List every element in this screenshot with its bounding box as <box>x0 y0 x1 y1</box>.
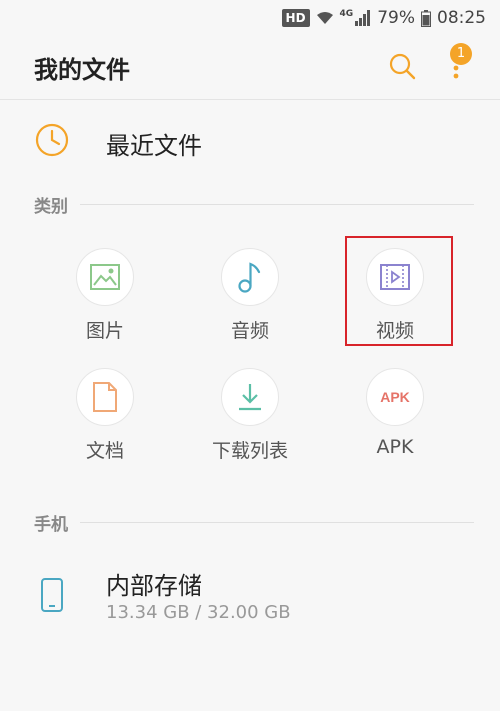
download-icon <box>239 384 261 411</box>
status-bar: HD 4G 79% 08:25 <box>0 0 500 36</box>
categories-header: 类别 <box>34 194 474 217</box>
document-icon <box>93 382 117 412</box>
highlight-frame <box>345 236 453 346</box>
battery-icon <box>421 9 431 27</box>
category-icon-circle <box>221 248 279 306</box>
category-images[interactable]: 图片 <box>45 248 165 358</box>
category-icon-circle <box>76 368 134 426</box>
app-bar: 我的文件 1 <box>0 36 500 100</box>
recent-files-label: 最近文件 <box>106 132 202 160</box>
divider <box>80 203 474 205</box>
category-icon-circle <box>221 368 279 426</box>
divider <box>80 521 474 523</box>
notification-badge: 1 <box>450 43 472 65</box>
phone-icon <box>40 578 64 616</box>
category-label: 文档 <box>85 440 124 462</box>
recent-files-item[interactable]: 最近文件 <box>0 110 500 174</box>
phone-header: 手机 <box>34 512 474 535</box>
storage-size: 13.34 GB / 32.00 GB <box>106 602 291 623</box>
signal-icon <box>355 10 371 26</box>
clock-icon <box>34 122 70 162</box>
category-label: 下载列表 <box>211 440 288 462</box>
music-note-icon <box>238 262 261 293</box>
category-apk[interactable]: APK APK <box>335 368 455 478</box>
network-type: 4G <box>339 9 354 19</box>
search-icon <box>389 53 416 80</box>
apk-icon: APK <box>380 389 410 405</box>
category-icon-circle: APK <box>366 368 424 426</box>
wifi-icon <box>316 10 334 26</box>
category-documents[interactable]: 文档 <box>45 368 165 478</box>
page-title: 我的文件 <box>34 56 130 84</box>
category-label: 图片 <box>85 320 124 342</box>
phone-label: 手机 <box>34 514 68 535</box>
image-icon <box>90 264 120 290</box>
clock: 08:25 <box>437 8 486 28</box>
category-label: APK <box>376 436 414 458</box>
battery-percent: 79% <box>377 8 415 28</box>
categories-label: 类别 <box>34 196 68 217</box>
internal-storage-item[interactable]: 内部存储 13.34 GB / 32.00 GB <box>0 560 500 640</box>
category-label: 音频 <box>230 320 269 342</box>
category-icon-circle <box>76 248 134 306</box>
category-downloads[interactable]: 下载列表 <box>190 368 310 478</box>
hd-badge: HD <box>281 9 310 27</box>
search-button[interactable] <box>386 50 418 82</box>
storage-title: 内部存储 <box>106 572 202 600</box>
category-audio[interactable]: 音频 <box>190 248 310 358</box>
